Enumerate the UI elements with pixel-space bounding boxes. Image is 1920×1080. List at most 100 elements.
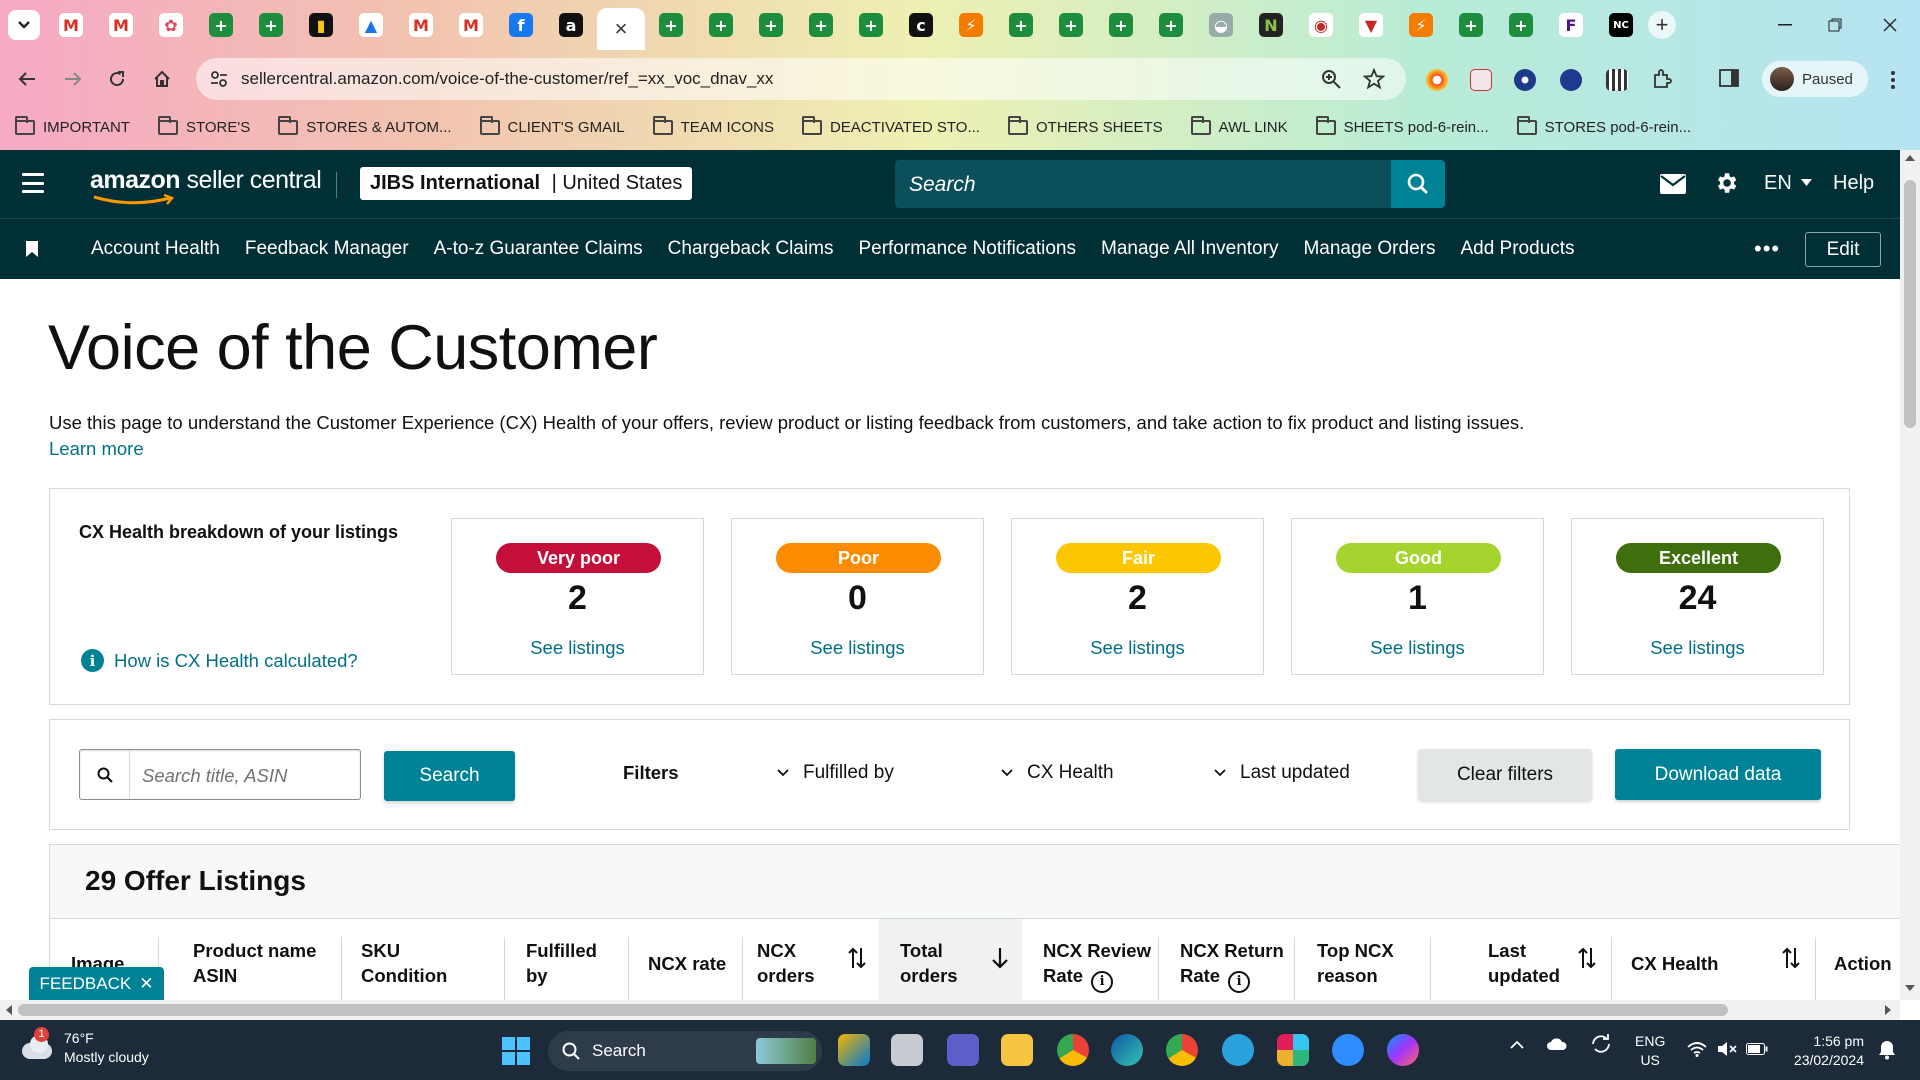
column-ncx-orders[interactable]: NCX orders	[757, 938, 815, 988]
column-fulfilled-by[interactable]: Fulfilled by	[526, 938, 597, 988]
header-search-button[interactable]	[1391, 160, 1445, 208]
volume-muted-icon[interactable]	[1717, 1041, 1737, 1057]
extension-icon[interactable]	[1470, 69, 1492, 91]
slack-icon[interactable]	[1277, 1034, 1309, 1066]
nav-more-button[interactable]: •••	[1754, 236, 1780, 262]
scroll-up-icon[interactable]	[1905, 155, 1915, 161]
tab-active[interactable]: ×	[597, 8, 645, 50]
learn-more-link[interactable]: Learn more	[49, 438, 144, 460]
marketplace-switcher[interactable]: JIBS International | United States	[360, 167, 693, 200]
zoom-icon[interactable]	[1332, 1034, 1364, 1066]
nav-link[interactable]: Add Products	[1460, 238, 1574, 260]
profile-button[interactable]: Paused	[1762, 61, 1868, 97]
browser-tab[interactable]: +	[1047, 8, 1095, 42]
nav-link[interactable]: Account Health	[91, 238, 220, 260]
nav-link[interactable]: Feedback Manager	[245, 238, 409, 260]
browser-tab[interactable]: +	[1497, 8, 1545, 42]
bookmark-folder[interactable]: SHEETS pod-6-rein...	[1315, 115, 1489, 136]
file-explorer-icon[interactable]	[891, 1034, 923, 1066]
column-top-ncx-reason[interactable]: Top NCX reason	[1317, 938, 1394, 988]
restore-button[interactable]	[1810, 8, 1860, 42]
puzzle-icon[interactable]	[1651, 68, 1673, 90]
back-button[interactable]	[10, 62, 44, 96]
horizontal-scrollbar-thumb[interactable]	[18, 1004, 1728, 1016]
bookmark-folder[interactable]: IMPORTANT	[15, 115, 130, 136]
browser-tab[interactable]: ◉	[1297, 8, 1345, 42]
browser-tab[interactable]: M	[447, 8, 495, 42]
see-listings-link[interactable]: See listings	[452, 637, 703, 659]
browser-tab[interactable]: ▼	[1347, 8, 1395, 42]
nav-link[interactable]: A-to-z Guarantee Claims	[434, 238, 643, 260]
search-button[interactable]: Search	[384, 751, 515, 801]
see-listings-link[interactable]: See listings	[1012, 637, 1263, 659]
scroll-down-icon[interactable]	[1905, 985, 1915, 991]
column-last-updated[interactable]: Last updated	[1488, 938, 1560, 988]
sync-icon[interactable]	[1590, 1034, 1612, 1054]
browser-tab[interactable]: +	[1447, 8, 1495, 42]
bookmark-folder[interactable]: AWL LINK	[1190, 115, 1288, 136]
star-icon[interactable]	[1363, 68, 1385, 90]
nav-link[interactable]: Chargeback Claims	[668, 238, 834, 260]
browser-tab[interactable]: ⚡	[947, 8, 995, 42]
bookmark-folder[interactable]: STORES pod-6-rein...	[1516, 115, 1691, 136]
chevron-up-icon[interactable]	[1510, 1040, 1524, 1049]
info-icon[interactable]: i	[1228, 970, 1251, 993]
chrome-icon[interactable]	[1166, 1034, 1198, 1066]
bookmark-folder[interactable]: TEAM ICONS	[652, 115, 774, 136]
column-ncx-review-rate[interactable]: NCX Review Rate i	[1043, 938, 1151, 993]
browser-tab[interactable]: F	[1547, 8, 1595, 42]
browser-tab[interactable]: ◒	[1197, 8, 1245, 42]
browser-tab[interactable]: M	[97, 8, 145, 42]
browser-tab[interactable]: +	[1147, 8, 1195, 42]
reload-button[interactable]	[100, 62, 134, 96]
filter-dropdown[interactable]: Fulfilled by	[777, 762, 894, 784]
browser-tab[interactable]: +	[797, 8, 845, 42]
help-link[interactable]: Help	[1833, 172, 1874, 195]
info-icon[interactable]: i	[1091, 970, 1114, 993]
input-language[interactable]: ENG US	[1635, 1032, 1665, 1070]
arrow-down-icon[interactable]	[991, 947, 1009, 969]
browser-tab[interactable]: N	[1247, 8, 1295, 42]
browser-tab[interactable]: +	[647, 8, 695, 42]
see-listings-link[interactable]: See listings	[1572, 637, 1823, 659]
browser-tab[interactable]: +	[197, 8, 245, 42]
kebab-menu-icon[interactable]	[1890, 70, 1896, 90]
seller-central-logo[interactable]: amazon seller central	[90, 166, 322, 195]
nav-link[interactable]: Manage All Inventory	[1101, 238, 1278, 260]
browser-tab[interactable]: a	[547, 8, 595, 42]
notification-bell-icon[interactable]	[1878, 1040, 1896, 1060]
tab-close-icon[interactable]: ×	[615, 16, 628, 42]
taskbar-search[interactable]: Search	[548, 1031, 822, 1071]
zoom-icon[interactable]	[1321, 69, 1341, 89]
nav-edit-button[interactable]: Edit	[1805, 232, 1881, 267]
browser-tab[interactable]: +	[1097, 8, 1145, 42]
chrome-icon[interactable]	[1057, 1034, 1089, 1066]
home-button[interactable]	[145, 62, 179, 96]
hamburger-menu-icon[interactable]	[22, 173, 44, 193]
browser-tab[interactable]: ⚡	[1397, 8, 1445, 42]
filter-dropdown[interactable]: Last updated	[1214, 762, 1350, 784]
address-bar[interactable]: sellercentral.amazon.com/voice-of-the-cu…	[196, 58, 1406, 100]
see-listings-link[interactable]: See listings	[732, 637, 983, 659]
browser-tab[interactable]: +	[747, 8, 795, 42]
browser-tab[interactable]: +	[997, 8, 1045, 42]
bookmark-folder[interactable]: CLIENT'S GMAIL	[479, 115, 625, 136]
column-ncx-rate[interactable]: NCX rate	[648, 951, 726, 976]
mail-icon[interactable]	[1660, 174, 1686, 194]
extension-icon[interactable]	[1514, 69, 1536, 91]
vertical-scrollbar-thumb[interactable]	[1904, 180, 1916, 428]
bookmark-folder[interactable]: STORE'S	[157, 115, 250, 136]
header-search-input[interactable]: Search	[895, 160, 1391, 208]
horizontal-scrollbar[interactable]	[0, 1000, 1900, 1020]
side-panel-icon[interactable]	[1719, 68, 1739, 88]
telegram-icon[interactable]	[1222, 1034, 1254, 1066]
column-product-name[interactable]: Product name ASIN	[193, 938, 316, 988]
clear-filters-button[interactable]: Clear filters	[1418, 749, 1592, 800]
edge-icon[interactable]	[1111, 1034, 1143, 1066]
battery-icon[interactable]	[1746, 1043, 1768, 1055]
sort-icon[interactable]	[848, 947, 866, 969]
browser-tab[interactable]: ✿	[147, 8, 195, 42]
column-sku[interactable]: SKU Condition	[361, 938, 447, 988]
close-window-button[interactable]	[1865, 8, 1915, 42]
messenger-icon[interactable]	[1387, 1034, 1419, 1066]
